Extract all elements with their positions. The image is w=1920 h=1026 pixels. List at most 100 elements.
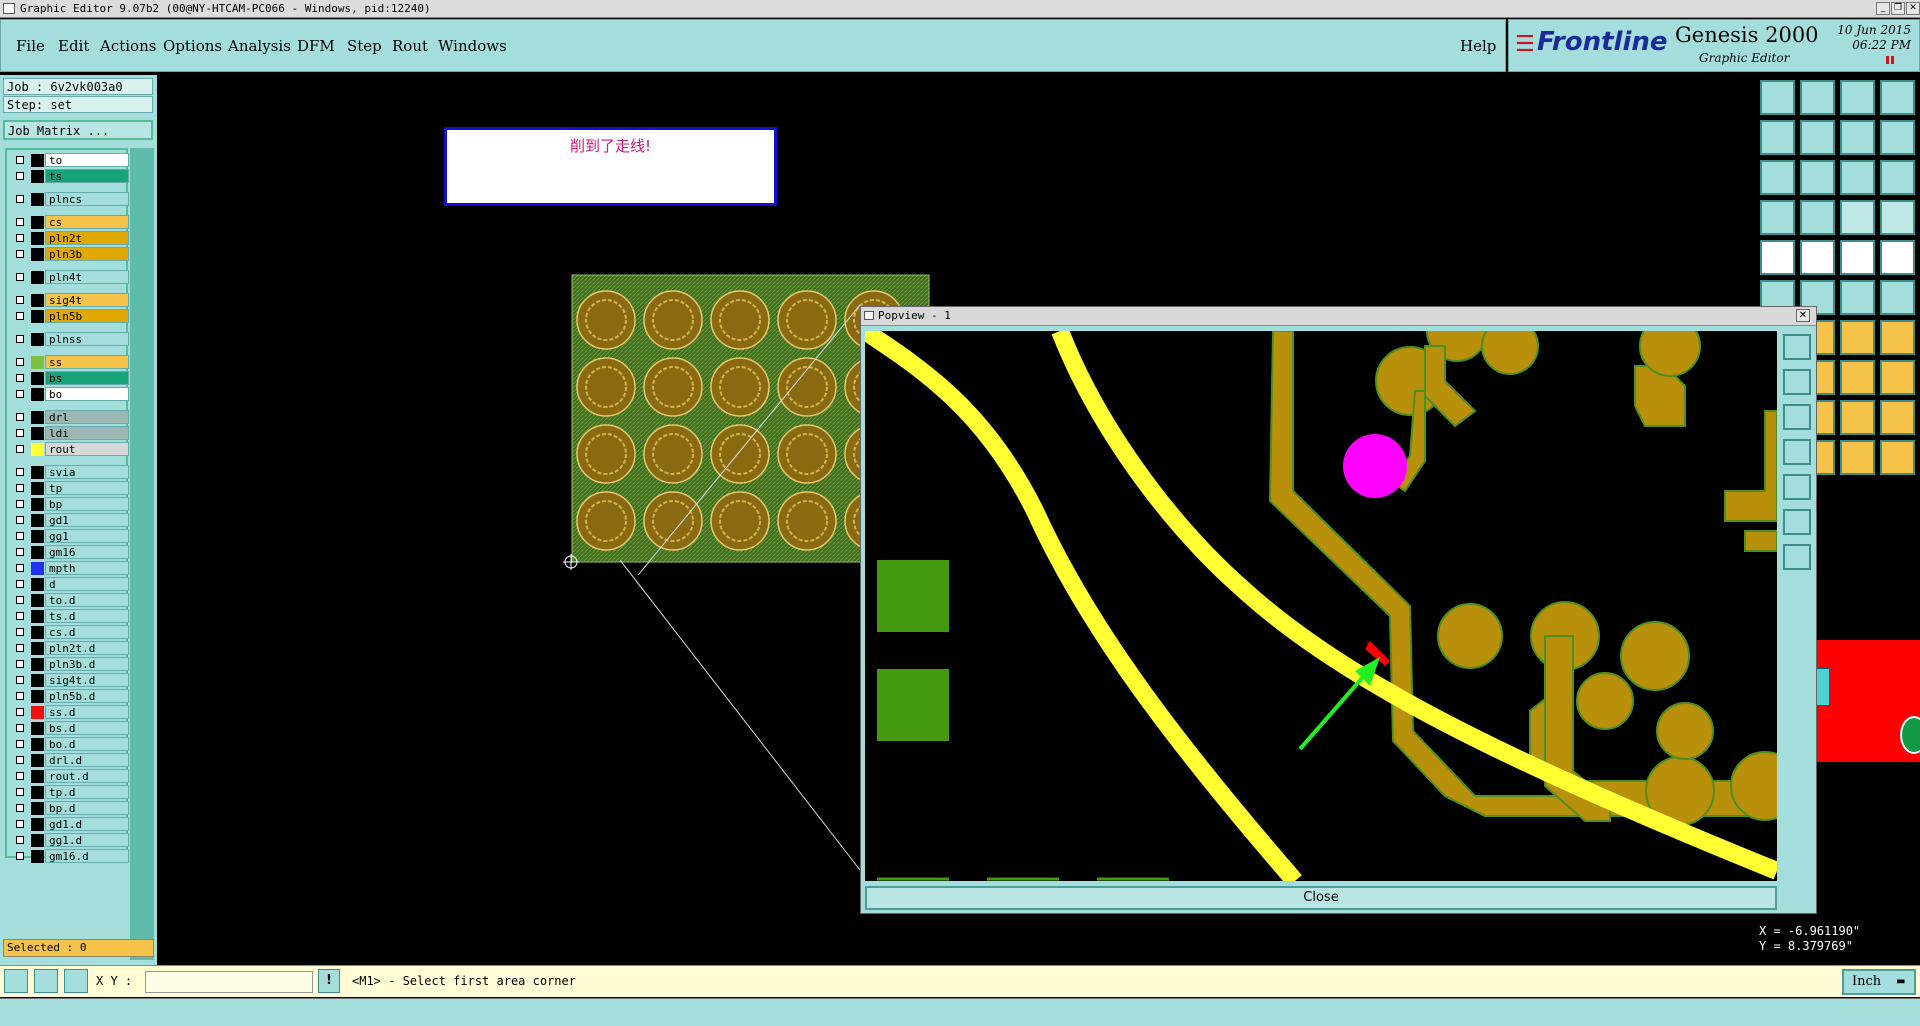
layer-color-swatch[interactable] [31, 706, 44, 719]
node-icon[interactable] [1840, 280, 1875, 315]
layer-color-swatch[interactable] [31, 482, 44, 495]
layer-checkbox[interactable] [16, 708, 24, 716]
layer-checkbox[interactable] [16, 195, 24, 203]
layer-row[interactable]: to [9, 153, 129, 167]
layer-checkbox[interactable] [16, 772, 24, 780]
cut-icon[interactable] [1800, 240, 1835, 275]
layer-color-swatch[interactable] [31, 578, 44, 591]
layer-checkbox[interactable] [16, 429, 24, 437]
layer-row[interactable]: tp [9, 481, 129, 495]
select-tool-icon[interactable] [4, 969, 28, 993]
layer-row[interactable]: ldi [9, 426, 129, 440]
layer-row[interactable]: bo [9, 387, 129, 401]
layer-row[interactable]: ss.d [9, 705, 129, 719]
menu-rout[interactable]: Rout [392, 37, 428, 55]
layer-row[interactable]: drl.d [9, 753, 129, 767]
layer-row[interactable]: plncs [9, 192, 129, 206]
layer-checkbox[interactable] [16, 852, 24, 860]
layer-checkbox[interactable] [16, 548, 24, 556]
layer-color-swatch[interactable] [31, 546, 44, 559]
layer-checkbox[interactable] [16, 836, 24, 844]
layer-checkbox[interactable] [16, 413, 24, 421]
menu-file[interactable]: File [16, 37, 45, 55]
layer-color-swatch[interactable] [31, 722, 44, 735]
dot-icon[interactable] [1880, 240, 1915, 275]
layer-color-swatch[interactable] [31, 786, 44, 799]
layer-checkbox[interactable] [16, 628, 24, 636]
layer-checkbox[interactable] [16, 612, 24, 620]
layer-checkbox[interactable] [16, 335, 24, 343]
redo-icon[interactable] [1880, 120, 1915, 155]
layer-color-swatch[interactable] [31, 411, 44, 424]
layer-row[interactable]: pln5b.d [9, 689, 129, 703]
layer-color-swatch[interactable] [31, 466, 44, 479]
layer-checkbox[interactable] [16, 234, 24, 242]
popview-tool-5-icon[interactable] [1783, 474, 1811, 500]
settings-icon[interactable] [1760, 200, 1795, 235]
layer-checkbox[interactable] [16, 156, 24, 164]
restore-button[interactable]: ❐ [1891, 2, 1905, 15]
menu-options[interactable]: Options [163, 37, 222, 55]
layer-color-swatch[interactable] [31, 802, 44, 815]
popview-close-icon[interactable]: ✕ [1796, 309, 1810, 322]
layer-color-swatch[interactable] [31, 193, 44, 206]
layer-color-swatch[interactable] [31, 850, 44, 863]
zoom-icon[interactable] [1800, 160, 1835, 195]
close-window-button[interactable]: ✕ [1906, 2, 1920, 15]
layer-checkbox[interactable] [16, 296, 24, 304]
layer-color-swatch[interactable] [31, 594, 44, 607]
menu-help[interactable]: Help [1460, 37, 1496, 55]
layer-color-swatch[interactable] [31, 738, 44, 751]
layer-checkbox[interactable] [16, 516, 24, 524]
layer-color-swatch[interactable] [31, 658, 44, 671]
layer-checkbox[interactable] [16, 250, 24, 258]
layer-row[interactable]: svia [9, 465, 129, 479]
units-select[interactable]: Inch ▬ [1842, 969, 1916, 995]
layer-color-swatch[interactable] [31, 170, 44, 183]
layer-row[interactable]: rout [9, 442, 129, 456]
layer-row[interactable]: cs.d [9, 625, 129, 639]
layer-row[interactable]: gd1 [9, 513, 129, 527]
tool-e-icon[interactable] [1840, 360, 1875, 395]
layer-color-swatch[interactable] [31, 754, 44, 767]
layer-row[interactable]: gd1.d [9, 817, 129, 831]
xy-input[interactable] [145, 971, 313, 993]
layer-checkbox[interactable] [16, 358, 24, 366]
layer-color-swatch[interactable] [31, 514, 44, 527]
popview-fit-icon[interactable] [1783, 509, 1811, 535]
layer-row[interactable]: tp.d [9, 785, 129, 799]
open-icon[interactable] [1760, 80, 1795, 115]
menu-analysis[interactable]: Analysis [228, 37, 291, 55]
menu-edit[interactable]: Edit [58, 37, 89, 55]
layer-checkbox[interactable] [16, 532, 24, 540]
layer-color-swatch[interactable] [31, 642, 44, 655]
prev-icon[interactable] [1760, 120, 1795, 155]
layer-checkbox[interactable] [16, 820, 24, 828]
layer-row[interactable]: rout.d [9, 769, 129, 783]
layer-row[interactable]: sig4t [9, 293, 129, 307]
layer-color-swatch[interactable] [31, 834, 44, 847]
layer-row[interactable]: pln2t [9, 231, 129, 245]
layers-icon[interactable] [1800, 200, 1835, 235]
layer-color-swatch[interactable] [31, 388, 44, 401]
layer-checkbox[interactable] [16, 644, 24, 652]
layer-row[interactable]: sig4t.d [9, 673, 129, 687]
measure-tool-icon[interactable] [34, 969, 58, 993]
help-icon[interactable] [1880, 160, 1915, 195]
layer-row[interactable]: pln2t.d [9, 641, 129, 655]
rotate-icon[interactable] [1840, 320, 1875, 355]
layer-color-swatch[interactable] [31, 294, 44, 307]
layer-color-swatch[interactable] [31, 232, 44, 245]
layer-row[interactable]: plnss [9, 332, 129, 346]
layer-checkbox[interactable] [16, 445, 24, 453]
layer-checkbox[interactable] [16, 484, 24, 492]
layer-row[interactable]: gg1.d [9, 833, 129, 847]
layer-checkbox[interactable] [16, 724, 24, 732]
layer-row[interactable]: ss [9, 355, 129, 369]
layer-row[interactable]: drl [9, 410, 129, 424]
layer-color-swatch[interactable] [31, 818, 44, 831]
layer-color-swatch[interactable] [31, 770, 44, 783]
snap-icon[interactable] [1880, 200, 1915, 235]
grid-tool-icon[interactable] [64, 969, 88, 993]
layer-color-swatch[interactable] [31, 674, 44, 687]
